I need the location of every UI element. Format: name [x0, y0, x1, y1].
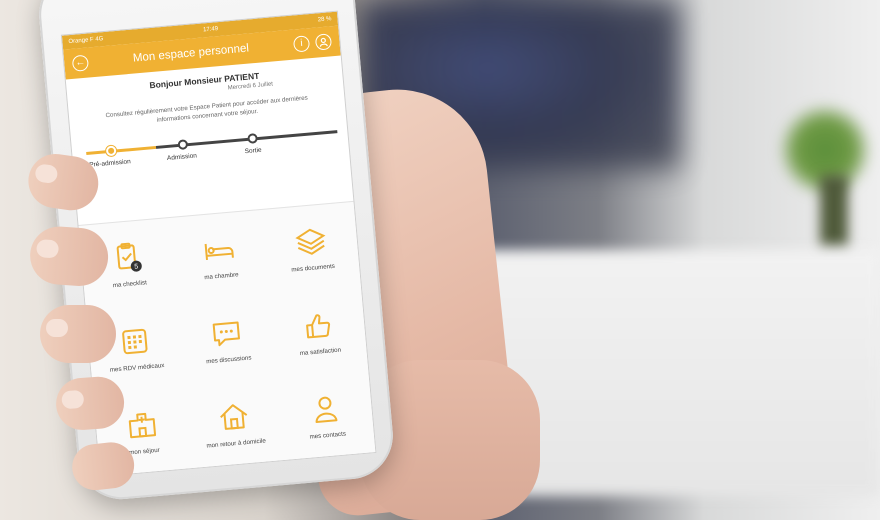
menu-grid: 5 ma checklist ma chambre mes documents: [78, 200, 376, 478]
menu-item-label: mon retour à domicile: [206, 436, 267, 450]
bed-icon: [204, 243, 234, 260]
chat-icon: [212, 320, 240, 346]
battery-label: 28 %: [317, 16, 332, 24]
hospital-icon: [128, 412, 157, 438]
step-dot-preadmission[interactable]: [105, 145, 117, 157]
checklist-icon: 5: [116, 242, 142, 272]
info-icon[interactable]: i: [292, 35, 311, 53]
menu-item-label: ma checklist: [112, 278, 148, 289]
time-label: 17:49: [202, 26, 219, 34]
thumbs-up-icon: [306, 313, 331, 338]
back-arrow-icon[interactable]: ←: [71, 54, 90, 72]
step-label-admission: Admission: [166, 152, 198, 162]
checklist-badge: 5: [134, 263, 139, 270]
menu-item-retour-domicile[interactable]: mon retour à domicile: [185, 377, 284, 469]
carrier-label: Orange F 4G: [68, 36, 104, 46]
menu-item-label: ma chambre: [203, 270, 239, 281]
step-dot-sortie[interactable]: [247, 133, 259, 144]
menu-item-label: mes contacts: [309, 429, 347, 441]
menu-item-label: mes discussions: [205, 353, 252, 365]
background-plant-pot: [820, 175, 848, 245]
calendar-icon: [122, 328, 148, 354]
contact-icon: [315, 396, 338, 423]
menu-item-satisfaction[interactable]: ma satisfaction: [269, 286, 368, 378]
menu-item-label: mon séjour: [128, 446, 160, 456]
menu-item-label: mes documents: [291, 262, 336, 274]
menu-item-label: ma satisfaction: [299, 346, 342, 357]
layers-icon: [295, 228, 326, 255]
finger-2: [28, 224, 111, 288]
step-dot-admission[interactable]: [177, 139, 189, 150]
home-icon: [220, 403, 248, 430]
finger-3: [40, 305, 116, 363]
progress-track-done: [86, 145, 157, 155]
menu-item-discussions[interactable]: mes discussions: [178, 294, 277, 386]
user-circle-icon[interactable]: [314, 33, 333, 51]
step-label-sortie: Sortie: [244, 146, 262, 156]
menu-item-chambre[interactable]: ma chambre: [170, 210, 269, 302]
menu-item-documents[interactable]: mes documents: [262, 202, 361, 294]
menu-item-contacts[interactable]: mes contacts: [277, 369, 376, 461]
step-label-preadmission: Pré-admission: [89, 158, 132, 169]
menu-item-label: mes RDV médicaux: [109, 361, 165, 374]
